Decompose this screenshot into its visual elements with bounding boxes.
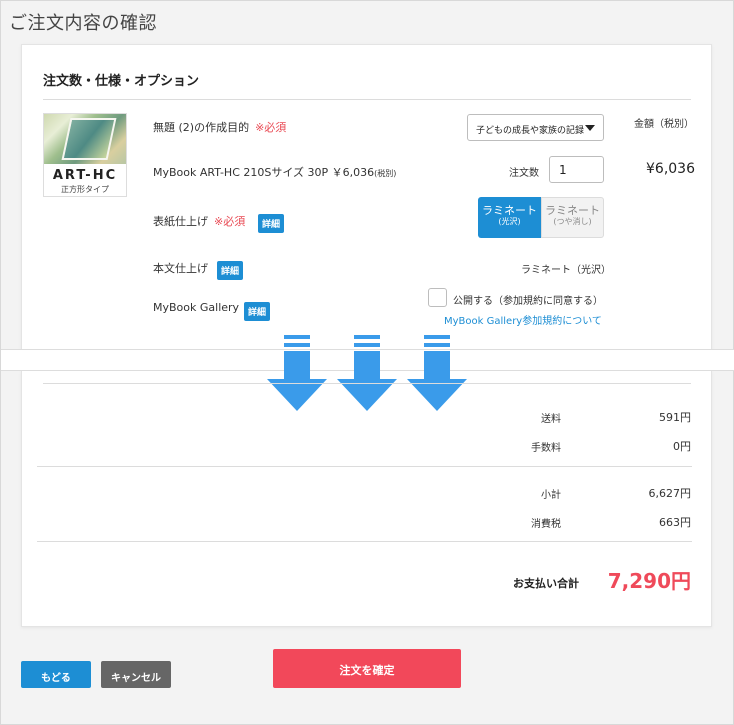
product-code: ART-HC xyxy=(52,168,118,183)
qty-input[interactable]: 1 xyxy=(549,156,604,183)
body-finish-detail-label: 詳細 xyxy=(217,261,244,280)
body-finish-detail-button[interactable]: 詳細 xyxy=(217,259,244,280)
cover-finish-required: ※必須 xyxy=(214,215,246,228)
fee-value: 0円 xyxy=(673,440,691,453)
gallery-publish-checkbox[interactable] xyxy=(428,288,447,307)
caret-down-icon xyxy=(585,125,595,131)
body-finish-label: 本文仕上げ xyxy=(153,262,208,275)
body-finish-value: ラミネート（光沢） xyxy=(521,265,611,276)
fee-label: 手数料 xyxy=(531,443,561,454)
item-tax-note: (税別) xyxy=(374,169,397,178)
summary-divider-bottom xyxy=(37,541,692,542)
gallery-detail-button[interactable]: 詳細 xyxy=(244,300,271,321)
arrow-down-icon xyxy=(337,335,397,411)
section-title: 注文数・仕様・オプション xyxy=(43,74,200,89)
gallery-label: MyBook Gallery xyxy=(153,301,240,314)
total-value: 7,290円 xyxy=(607,569,691,593)
purpose-select-value: 子どもの成長や家族の記録 xyxy=(476,126,585,136)
cover-finish-detail-label: 詳細 xyxy=(258,214,285,233)
tax-label: 消費税 xyxy=(531,519,561,530)
cover-option-gloss[interactable]: ラミネート (光沢) xyxy=(478,197,541,238)
confirm-order-button[interactable]: 注文を確定 xyxy=(273,649,461,688)
subtotal-label: 小計 xyxy=(541,490,561,501)
purpose-row: 無題 (2)の作成目的 ※必須 xyxy=(153,119,286,135)
item-row: MyBook ART-HC 210Sサイズ 30P ￥6,036(税別) xyxy=(153,164,396,180)
gallery-terms-link[interactable]: MyBook Gallery参加規約について xyxy=(444,312,602,327)
section-divider xyxy=(43,99,691,100)
product-thumbnail: ART-HC 正方形タイプ xyxy=(43,113,127,197)
summary-divider-mid xyxy=(37,466,692,467)
purpose-required: ※必須 xyxy=(255,121,287,134)
cover-option-gloss-sub: (光沢) xyxy=(498,217,521,227)
qty-label: 注文数 xyxy=(509,168,539,179)
purpose-select[interactable]: 子どもの成長や家族の記録 xyxy=(467,114,604,141)
cover-option-gloss-name: ラミネート xyxy=(482,204,537,217)
cover-finish-row: 表紙仕上げ ※必須 xyxy=(153,213,245,229)
back-button[interactable]: もどる xyxy=(21,661,91,688)
subtotal-value: 6,627円 xyxy=(648,487,692,500)
gallery-detail-label: 詳細 xyxy=(244,302,271,321)
arrow-down-icon xyxy=(407,335,467,411)
summary-divider-top xyxy=(43,383,691,384)
arrow-down-icon xyxy=(267,335,327,411)
price-header: 金額（税別） xyxy=(634,119,694,130)
cover-option-matte-name: ラミネート xyxy=(545,204,600,217)
product-book-image xyxy=(61,118,117,160)
cover-option-matte[interactable]: ラミネート (つや消し) xyxy=(541,197,604,238)
gallery-checkbox-label: 公開する（参加規約に同意する） xyxy=(453,296,603,307)
cancel-button[interactable]: キャンセル xyxy=(101,661,171,688)
product-type: 正方形タイプ xyxy=(61,185,109,194)
cover-finish-label: 表紙仕上げ xyxy=(153,215,208,228)
item-amount: ¥6,036 xyxy=(646,161,695,177)
shipping-value: 591円 xyxy=(659,411,691,424)
purpose-label: 無題 (2)の作成目的 xyxy=(153,121,250,134)
shipping-label: 送料 xyxy=(541,414,561,425)
tax-value: 663円 xyxy=(659,516,691,529)
options-card-top xyxy=(21,44,712,364)
cover-option-matte-sub: (つや消し) xyxy=(553,217,592,227)
cover-finish-detail-button[interactable]: 詳細 xyxy=(258,212,285,233)
page-title: ご注文内容の確認 xyxy=(9,13,157,34)
item-label: MyBook ART-HC 210Sサイズ 30P ￥6,036 xyxy=(153,166,375,179)
total-label: お支払い合計 xyxy=(513,577,579,590)
